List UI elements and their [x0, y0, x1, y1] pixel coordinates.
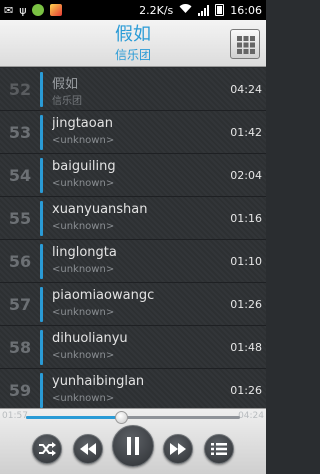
now-playing-header: 假如 信乐团 — [0, 20, 266, 67]
track-artist: <unknown> — [52, 221, 115, 232]
song-row[interactable]: 58 dihuolianyu <unknown> 01:48 — [0, 326, 266, 369]
row-indicator — [40, 330, 43, 365]
seek-bar[interactable] — [26, 411, 240, 424]
song-row[interactable]: 54 baiguiling <unknown> 02:04 — [0, 154, 266, 197]
previous-button[interactable] — [73, 434, 103, 464]
shuffle-icon — [39, 442, 56, 456]
weibo-icon: ✉ — [4, 3, 14, 17]
track-number: 53 — [8, 123, 32, 142]
track-title: xuanyuanshan — [52, 202, 148, 217]
track-title: yunhaibinglan — [52, 374, 145, 389]
track-duration: 01:42 — [230, 126, 262, 139]
song-row[interactable]: 57 piaomiaowangc <unknown> 01:26 — [0, 283, 266, 326]
signal-icon — [198, 4, 210, 16]
track-title: linglongta — [52, 245, 117, 260]
grid-view-button[interactable] — [230, 29, 260, 59]
shuffle-button[interactable] — [32, 434, 62, 464]
artist-name: 信乐团 — [114, 48, 151, 62]
track-duration: 01:26 — [230, 298, 262, 311]
song-list[interactable]: 52 假如 信乐团 04:24 53 jingtaoan <unknown> 0… — [0, 68, 266, 408]
track-artist: <unknown> — [52, 393, 115, 404]
row-indicator — [40, 373, 43, 408]
row-indicator — [40, 158, 43, 193]
fast-forward-icon — [170, 443, 186, 455]
battery-icon — [215, 4, 225, 16]
track-artist: <unknown> — [52, 307, 115, 318]
song-title: 假如 — [115, 24, 151, 45]
elapsed-time: 01:57 — [2, 411, 28, 421]
track-duration: 01:26 — [230, 384, 262, 397]
player-controls: 01:57 04:24 — [0, 408, 266, 474]
row-indicator — [40, 201, 43, 236]
next-button[interactable] — [163, 434, 193, 464]
track-number: 56 — [8, 252, 32, 271]
track-number: 54 — [8, 166, 32, 185]
track-duration: 01:10 — [230, 255, 262, 268]
track-title: piaomiaowangc — [52, 288, 155, 303]
usb-icon: ψ — [19, 3, 27, 17]
song-row[interactable]: 53 jingtaoan <unknown> 01:42 — [0, 111, 266, 154]
track-number: 55 — [8, 209, 32, 228]
song-row[interactable]: 59 yunhaibinglan <unknown> 01:26 — [0, 369, 266, 408]
seek-bar-thumb[interactable] — [114, 411, 128, 424]
app-notification-icon-2 — [50, 4, 63, 16]
track-artist: <unknown> — [52, 350, 115, 361]
list-icon — [211, 443, 227, 455]
music-player-screen: ✉ ψ 2.2K/s 16:06 假如 信乐团 52 假如 信乐团 04:24 … — [0, 0, 266, 474]
track-title: baiguiling — [52, 159, 116, 174]
status-bar: ✉ ψ 2.2K/s 16:06 — [0, 0, 266, 20]
wifi-icon — [179, 3, 192, 17]
track-title: dihuolianyu — [52, 331, 128, 346]
playlist-button[interactable] — [204, 434, 234, 464]
track-artist: <unknown> — [52, 178, 115, 189]
song-row[interactable]: 55 xuanyuanshan <unknown> 01:16 — [0, 197, 266, 240]
track-duration: 04:24 — [230, 83, 262, 96]
track-artist: <unknown> — [52, 135, 115, 146]
seek-bar-fill — [26, 416, 121, 419]
track-duration: 01:16 — [230, 212, 262, 225]
row-indicator — [40, 72, 43, 107]
pause-button[interactable] — [112, 425, 154, 467]
track-duration: 02:04 — [230, 169, 262, 182]
track-number: 58 — [8, 338, 32, 357]
track-number: 59 — [8, 381, 32, 400]
track-number: 57 — [8, 295, 32, 314]
track-title: 假如 — [52, 77, 79, 92]
app-notification-icon — [32, 4, 45, 16]
row-indicator — [40, 244, 43, 279]
total-time: 04:24 — [238, 411, 264, 421]
song-row[interactable]: 56 linglongta <unknown> 01:10 — [0, 240, 266, 283]
rewind-icon — [80, 443, 96, 455]
track-artist: <unknown> — [52, 264, 115, 275]
clock: 16:06 — [230, 3, 262, 17]
network-speed: 2.2K/s — [139, 3, 174, 17]
row-indicator — [40, 115, 43, 150]
track-duration: 01:48 — [230, 341, 262, 354]
track-number: 52 — [8, 80, 32, 99]
pause-icon — [127, 437, 139, 455]
song-row[interactable]: 52 假如 信乐团 04:24 — [0, 68, 266, 111]
grid-icon — [237, 36, 255, 54]
row-indicator — [40, 287, 43, 322]
track-title: jingtaoan — [52, 116, 113, 131]
track-artist: 信乐团 — [52, 96, 82, 107]
